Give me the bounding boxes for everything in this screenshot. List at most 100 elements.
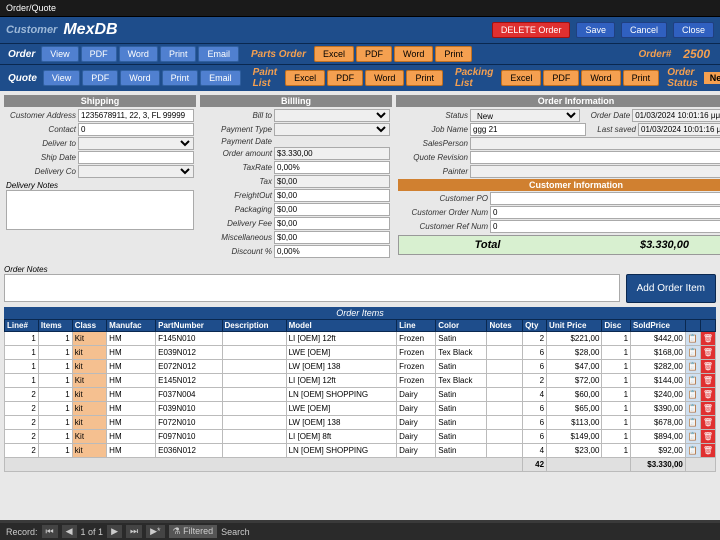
col-header[interactable]: SoldPrice xyxy=(631,320,686,332)
delete-row-button[interactable]: 🗑 xyxy=(700,444,715,458)
customer-po-input[interactable] xyxy=(490,192,720,205)
quote-word-button[interactable]: Word xyxy=(120,70,159,86)
misc-input[interactable] xyxy=(274,231,390,244)
delete-row-button[interactable]: 🗑 xyxy=(700,332,715,346)
nav-next-button[interactable]: ▶ xyxy=(107,525,122,538)
edit-row-button[interactable]: 📋 xyxy=(685,402,700,416)
table-row[interactable]: 21kitHME036N012LN [OEM] SHOPPINGDairySat… xyxy=(5,444,716,458)
edit-row-button[interactable]: 📋 xyxy=(685,374,700,388)
packing-pdf-button[interactable]: PDF xyxy=(543,70,579,86)
job-name-input[interactable] xyxy=(470,123,586,136)
edit-row-button[interactable]: 📋 xyxy=(685,360,700,374)
order-view-button[interactable]: View xyxy=(41,46,78,62)
table-row[interactable]: 11KitHME145N012LI [OEM] 12ftFrozenTex Bl… xyxy=(5,374,716,388)
quote-view-button[interactable]: View xyxy=(43,70,80,86)
payment-type-select[interactable] xyxy=(274,123,390,136)
freight-input[interactable] xyxy=(274,189,390,202)
status-select[interactable]: New xyxy=(470,109,580,122)
col-header[interactable]: Description xyxy=(222,320,286,332)
table-row[interactable]: 21kitHMF037N004LN [OEM] SHOPPINGDairySat… xyxy=(5,388,716,402)
packing-excel-button[interactable]: Excel xyxy=(501,70,541,86)
customer-address-input[interactable] xyxy=(78,109,194,122)
packing-list-label: Packing List xyxy=(445,67,499,89)
table-row[interactable]: 11kitHME039N012LWE [OEM]FrozenTex Black6… xyxy=(5,346,716,360)
col-header[interactable]: Color xyxy=(436,320,487,332)
col-header[interactable]: Qty xyxy=(523,320,547,332)
paint-excel-button[interactable]: Excel xyxy=(285,70,325,86)
delete-row-button[interactable]: 🗑 xyxy=(700,360,715,374)
col-header[interactable]: PartNumber xyxy=(156,320,222,332)
order-pdf-button[interactable]: PDF xyxy=(81,46,117,62)
delete-order-button[interactable]: DELETE Order xyxy=(492,22,571,38)
parts-excel-button[interactable]: Excel xyxy=(314,46,354,62)
col-header[interactable]: Items xyxy=(38,320,72,332)
close-button[interactable]: Close xyxy=(673,22,714,38)
contact-input[interactable] xyxy=(78,123,194,136)
order-print-button[interactable]: Print xyxy=(160,46,197,62)
quote-pdf-button[interactable]: PDF xyxy=(82,70,118,86)
table-row[interactable]: 21KitHMF097N010LI [OEM] 8ftDairySatin6$1… xyxy=(5,430,716,444)
packing-print-button[interactable]: Print xyxy=(623,70,660,86)
order-email-button[interactable]: Email xyxy=(198,46,239,62)
col-header[interactable]: Manufac xyxy=(107,320,156,332)
delivery-co-select[interactable] xyxy=(78,165,194,178)
quote-email-button[interactable]: Email xyxy=(200,70,241,86)
delete-row-button[interactable]: 🗑 xyxy=(700,346,715,360)
cancel-button[interactable]: Cancel xyxy=(621,22,667,38)
quote-revision-input[interactable] xyxy=(470,151,720,164)
edit-row-button[interactable]: 📋 xyxy=(685,430,700,444)
delete-row-button[interactable]: 🗑 xyxy=(700,388,715,402)
delete-row-button[interactable]: 🗑 xyxy=(700,374,715,388)
delete-row-button[interactable]: 🗑 xyxy=(700,402,715,416)
col-header[interactable]: Notes xyxy=(487,320,523,332)
nav-new-button[interactable]: ▶* xyxy=(146,525,164,538)
customer-ref-num-input[interactable] xyxy=(490,220,720,233)
tax-rate-input[interactable] xyxy=(274,161,390,174)
nav-first-button[interactable]: ⏮ xyxy=(42,525,58,538)
nav-prev-button[interactable]: ◀ xyxy=(62,525,77,538)
search-label[interactable]: Search xyxy=(221,527,250,537)
col-header[interactable]: Line# xyxy=(5,320,39,332)
customer-order-num-input[interactable] xyxy=(490,206,720,219)
delivery-fee-input[interactable] xyxy=(274,217,390,230)
table-row[interactable]: 11kitHME072N012LW [OEM] 138FrozenSatin6$… xyxy=(5,360,716,374)
save-button[interactable]: Save xyxy=(576,22,615,38)
paint-print-button[interactable]: Print xyxy=(406,70,443,86)
quote-print-button[interactable]: Print xyxy=(162,70,199,86)
col-header[interactable]: Unit Price xyxy=(547,320,602,332)
add-order-item-button[interactable]: Add Order Item xyxy=(626,274,716,303)
delete-row-button[interactable]: 🗑 xyxy=(700,416,715,430)
parts-pdf-button[interactable]: PDF xyxy=(356,46,392,62)
paint-word-button[interactable]: Word xyxy=(365,70,404,86)
edit-row-button[interactable]: 📋 xyxy=(685,388,700,402)
parts-word-button[interactable]: Word xyxy=(394,46,433,62)
deliver-to-select[interactable] xyxy=(78,137,194,150)
packing-word-button[interactable]: Word xyxy=(581,70,620,86)
edit-row-button[interactable]: 📋 xyxy=(685,416,700,430)
col-header[interactable]: Class xyxy=(72,320,106,332)
edit-row-button[interactable]: 📋 xyxy=(685,444,700,458)
discount-input[interactable] xyxy=(274,245,390,258)
painter-select[interactable] xyxy=(470,165,720,178)
edit-row-button[interactable]: 📋 xyxy=(685,332,700,346)
filter-indicator[interactable]: ⚗ Filtered xyxy=(169,525,218,538)
salesperson-select[interactable] xyxy=(470,137,720,150)
delivery-notes-textarea[interactable] xyxy=(6,190,194,230)
nav-last-button[interactable]: ⏭ xyxy=(126,525,142,538)
table-row[interactable]: 11KitHMF145N010LI [OEM] 12ftFrozenSatin2… xyxy=(5,332,716,346)
paint-pdf-button[interactable]: PDF xyxy=(327,70,363,86)
order-notes-textarea[interactable] xyxy=(4,274,620,302)
delete-row-button[interactable]: 🗑 xyxy=(700,430,715,444)
bill-to-select[interactable] xyxy=(274,109,390,122)
parts-print-button[interactable]: Print xyxy=(435,46,472,62)
edit-row-button[interactable]: 📋 xyxy=(685,346,700,360)
total-value: $3.330,00 xyxy=(576,236,720,254)
col-header[interactable]: Disc xyxy=(602,320,631,332)
packaging-input[interactable] xyxy=(274,203,390,216)
table-row[interactable]: 21kitHMF039N010LWE [OEM]DairySatin6$65,0… xyxy=(5,402,716,416)
col-header[interactable]: Model xyxy=(286,320,397,332)
table-row[interactable]: 21kitHMF072N010LW [OEM] 138DairySatin6$1… xyxy=(5,416,716,430)
col-header[interactable]: Line xyxy=(397,320,436,332)
ship-date-input[interactable] xyxy=(78,151,194,164)
order-word-button[interactable]: Word xyxy=(119,46,158,62)
